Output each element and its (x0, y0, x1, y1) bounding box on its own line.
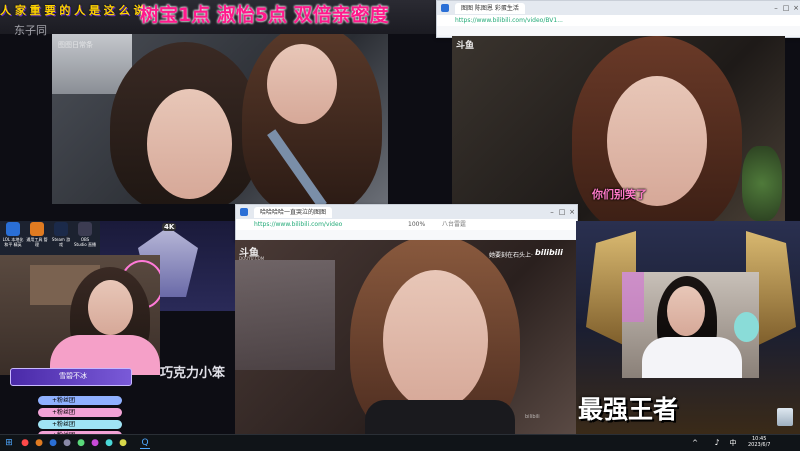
browser-tab-strip: 哈哈哈哈一直哭泣的图图 – □ × (236, 205, 577, 219)
video-top-text: 她要刻在石头上· (489, 252, 533, 259)
address-bar[interactable]: https://www.bilibili.com/video 100% 八台雷霆 (236, 219, 577, 230)
person-right-face (267, 44, 337, 124)
browser-logo-icon (441, 4, 449, 12)
taskbar-app-icon[interactable]: ● (118, 438, 128, 448)
url-text: https://www.bilibili.com/video (254, 221, 343, 228)
neon-logo (622, 272, 644, 322)
windows-start-icon[interactable]: ⊞ (4, 438, 14, 448)
desktop-icon-label: OBS Studio 直播 (74, 237, 97, 247)
bookmarks-bar (437, 26, 800, 35)
browser-tab[interactable]: 哈哈哈哈一直哭泣的图图 (254, 206, 333, 218)
center-girl-face (383, 270, 488, 410)
desktop-icon-label: Steam 游戏 (51, 237, 71, 247)
bilibili-logo: bilibili (535, 248, 563, 257)
taskbar-app-icon[interactable]: ● (34, 438, 44, 448)
close-icon[interactable]: × (791, 4, 800, 12)
banner-marquee: 人 家 重 要 的 人 是 这 么 说 的 (0, 4, 150, 17)
bookmarks-bar (236, 230, 577, 239)
browser-tab-strip: 图图 陈图恩 彩蛋生活 – □ × (437, 1, 800, 15)
tray-volume-icon[interactable]: ♪ (712, 438, 722, 448)
caption-strongest-king: 最强王者 (578, 395, 679, 424)
browser-tab[interactable]: 图图 陈图恩 彩蛋生活 (455, 2, 525, 14)
top-left-video: 图图日常条 (52, 34, 388, 204)
address-bar[interactable]: https://www.bilibili.com/video/BV1... (437, 15, 800, 26)
zoom-level: 100% (408, 221, 426, 228)
person-left-face (147, 89, 232, 199)
gift-banner: 雪碧不冰 (10, 368, 132, 386)
plant-deco (742, 146, 782, 221)
recycle-bin-icon[interactable] (777, 408, 793, 426)
douyu-sub: DOUYU.COM (239, 256, 265, 261)
video-corner-mark: bilibili (525, 414, 540, 420)
taskbar-app-icon[interactable]: ● (90, 438, 100, 448)
minimize-icon[interactable]: – (771, 4, 781, 12)
banner-under: 东子同 (14, 24, 47, 37)
center-browser-window: 哈哈哈哈一直哭泣的图图 – □ × https://www.bilibili.c… (235, 204, 578, 242)
maximize-icon[interactable]: □ (557, 208, 567, 216)
desktop-icon-tools[interactable]: 通用工具 管理 (26, 222, 48, 248)
desktop-icon-obs[interactable]: OBS Studio 直播 (74, 222, 96, 248)
center-video: 斗鱼 DOUYU.COM 她要刻在石头上· bilibili bilibili (235, 240, 576, 434)
fan-bar: +粉丝团 (38, 408, 122, 417)
streamer-face (88, 280, 133, 335)
white-shirt (642, 337, 742, 378)
left-webcam (0, 255, 160, 375)
tray-ime-icon[interactable]: 中 (728, 438, 738, 448)
right-streamer-face (667, 286, 705, 336)
plush-toy (734, 312, 759, 342)
maximize-icon[interactable]: □ (781, 4, 791, 12)
taskbar-app-icon[interactable]: ● (20, 438, 30, 448)
clock-date[interactable]: 2023/6/7 (748, 442, 770, 448)
douyu-logo: 斗鱼 (456, 41, 475, 51)
gift-name: 雪碧不冰 (59, 372, 87, 380)
browser-logo-icon (240, 208, 248, 216)
desktop-icon-label: LOL 本地化 和平 精英 (2, 237, 24, 247)
top-right-video: 斗鱼 你们别笑了 (452, 36, 785, 221)
fan-bar: +粉丝团 (38, 396, 122, 405)
tray-up-arrow-icon[interactable]: ^ (690, 438, 700, 448)
search-box[interactable]: 八台雷霆 (442, 219, 466, 230)
black-turtleneck (365, 400, 515, 434)
desktop-icon-steam[interactable]: Steam 游戏 (50, 222, 72, 248)
close-icon[interactable]: × (567, 208, 577, 216)
minimize-icon[interactable]: – (547, 208, 557, 216)
badge-4k: 4K (162, 223, 177, 231)
side-caption: 巧克力小笨 (160, 366, 226, 381)
window-light (235, 260, 335, 370)
desktop-icon-lol[interactable]: LOL 本地化 和平 精英 (2, 222, 24, 248)
banner-title: 树宝1点 淑怡5点 双倍亲密度 (140, 4, 389, 26)
video-watermark: 图图日常条 (58, 41, 93, 49)
top-right-browser-window: 图图 陈图恩 彩蛋生活 – □ × https://www.bilibili.c… (436, 0, 800, 38)
taskbar-app-icon[interactable]: ● (62, 438, 72, 448)
taskbar-app-icon[interactable]: ● (76, 438, 86, 448)
taskbar-app-icon[interactable]: ● (48, 438, 58, 448)
desktop-icon-label: 通用工具 管理 (26, 237, 48, 247)
video-subtitle: 你们别笑了 (592, 188, 647, 201)
taskbar-browser-icon[interactable]: Q (140, 438, 150, 449)
right-webcam (622, 272, 759, 378)
fan-bar: +粉丝团 (38, 420, 122, 429)
taskbar-app-icon[interactable]: ● (104, 438, 114, 448)
